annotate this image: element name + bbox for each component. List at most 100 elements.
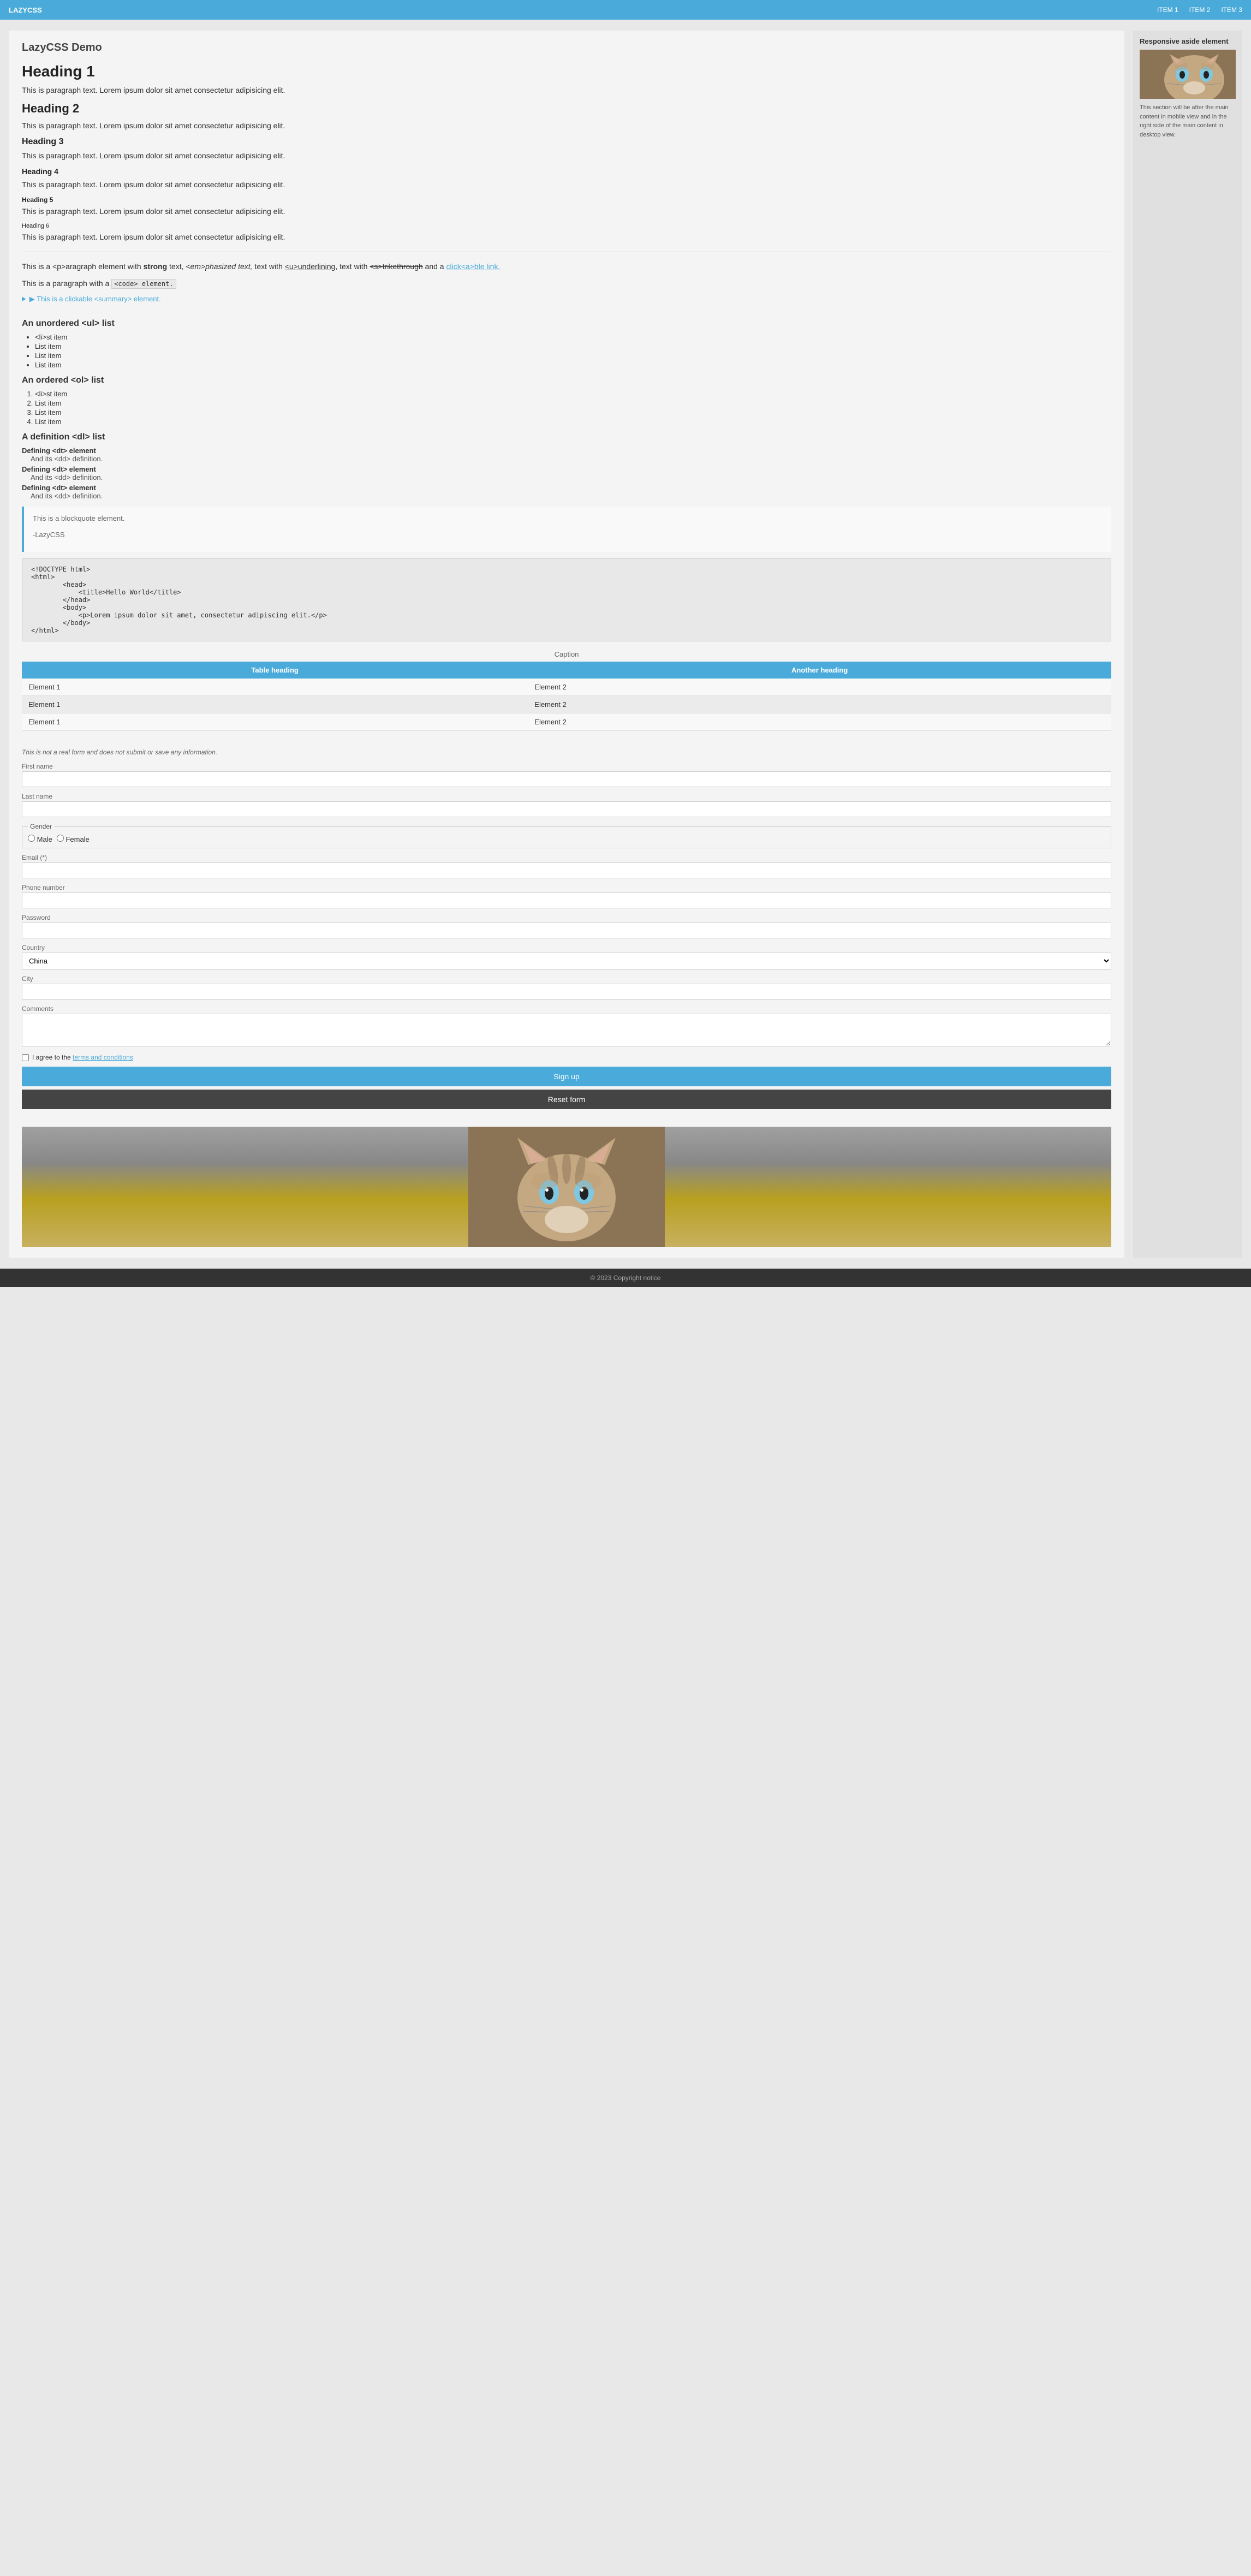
dt-2: Defining <dt> element bbox=[22, 465, 1111, 473]
gender-legend: Gender bbox=[28, 823, 54, 830]
nav-item-3[interactable]: ITEM 3 bbox=[1221, 6, 1242, 14]
table-cell: Element 1 bbox=[22, 679, 528, 696]
blockquote: This is a blockquote element. -LazyCSS bbox=[22, 507, 1111, 552]
kitten-image-main bbox=[22, 1127, 1111, 1247]
password-input[interactable] bbox=[22, 923, 1111, 938]
nav-item-1[interactable]: ITEM 1 bbox=[1157, 6, 1178, 14]
first-name-group: First name bbox=[22, 763, 1111, 787]
city-input[interactable] bbox=[22, 984, 1111, 1000]
gender-female-radio[interactable] bbox=[57, 835, 64, 842]
city-group: City bbox=[22, 975, 1111, 1000]
paragraph-after-h3: This is paragraph text. Lorem ipsum dolo… bbox=[22, 150, 1111, 162]
comments-group: Comments bbox=[22, 1005, 1111, 1048]
table-header-1: Table heading bbox=[22, 662, 528, 679]
code-block: <!DOCTYPE html> <html> <head> <title>Hel… bbox=[22, 558, 1111, 641]
paragraph-after-h6: This is paragraph text. Lorem ipsum dolo… bbox=[22, 231, 1111, 243]
navbar: LAZYCSS ITEM 1 ITEM 2 ITEM 3 bbox=[0, 0, 1251, 20]
dl-heading: A definition <dl> list bbox=[22, 432, 1111, 442]
dd-1: And its <dd> definition. bbox=[31, 455, 1111, 463]
country-group: Country China USA UK France Germany bbox=[22, 944, 1111, 969]
last-name-group: Last name bbox=[22, 793, 1111, 817]
table-row: Element 1 Element 2 bbox=[22, 713, 1111, 731]
heading-3: Heading 3 bbox=[22, 137, 1111, 147]
email-input[interactable] bbox=[22, 862, 1111, 878]
list-item: List item bbox=[35, 352, 1111, 360]
blockquote-cite: -LazyCSS bbox=[33, 530, 1103, 540]
list-item: List item bbox=[35, 408, 1111, 417]
cat-illustration-aside bbox=[1140, 50, 1236, 99]
heading-5: Heading 5 bbox=[22, 196, 1111, 204]
table-cell: Element 2 bbox=[528, 713, 1111, 731]
brand-logo: LAZYCSS bbox=[9, 6, 42, 14]
list-item: List item bbox=[35, 361, 1111, 369]
paragraph-after-h5: This is paragraph text. Lorem ipsum dolo… bbox=[22, 206, 1111, 217]
ordered-list: <li>st item List item List item List ite… bbox=[35, 390, 1111, 426]
data-table: Table heading Another heading Element 1 … bbox=[22, 662, 1111, 731]
country-select[interactable]: China USA UK France Germany bbox=[22, 953, 1111, 969]
table-cell: Element 2 bbox=[528, 679, 1111, 696]
paragraph-after-h1: This is paragraph text. Lorem ipsum dolo… bbox=[22, 85, 1111, 96]
table-wrapper: Caption Table heading Another heading El… bbox=[22, 650, 1111, 731]
terms-checkbox[interactable] bbox=[22, 1054, 29, 1061]
table-row: Element 1 Element 2 bbox=[22, 679, 1111, 696]
aside-panel: Responsive aside element Thi bbox=[1133, 31, 1242, 1258]
table-cell: Element 2 bbox=[528, 696, 1111, 713]
summary-element[interactable]: This is a clickable <summary> element. bbox=[22, 295, 1111, 304]
gender-radio-group: Male Female bbox=[28, 835, 1105, 843]
cat-illustration-main bbox=[468, 1127, 665, 1247]
gender-male-label: Male bbox=[28, 835, 52, 843]
dd-2: And its <dd> definition. bbox=[31, 473, 1111, 481]
heading-2: Heading 2 bbox=[22, 102, 1111, 116]
heading-6: Heading 6 bbox=[22, 223, 1111, 229]
aside-description: This section will be after the main cont… bbox=[1140, 103, 1236, 139]
list-item: List item bbox=[35, 342, 1111, 350]
ol-heading: An ordered <ol> list bbox=[22, 376, 1111, 385]
phone-input[interactable] bbox=[22, 893, 1111, 908]
reset-button[interactable]: Reset form bbox=[22, 1090, 1111, 1109]
gender-fieldset: Gender Male Female bbox=[22, 823, 1111, 848]
page-title: LazyCSS Demo bbox=[22, 41, 1111, 54]
aside-cat-image bbox=[1140, 50, 1236, 99]
first-name-label: First name bbox=[22, 763, 1111, 770]
clickable-link[interactable]: click<a>ble link. bbox=[446, 262, 501, 271]
table-cell: Element 1 bbox=[22, 713, 528, 731]
rich-paragraph: This is a <p>aragraph element with stron… bbox=[22, 261, 1111, 272]
email-group: Email (*) bbox=[22, 854, 1111, 878]
table-row: Element 1 Element 2 bbox=[22, 696, 1111, 713]
last-name-input[interactable] bbox=[22, 801, 1111, 817]
footer-text: © 2023 Copyright notice bbox=[591, 1274, 661, 1282]
list-item: List item bbox=[35, 399, 1111, 407]
dt-1: Defining <dt> element bbox=[22, 447, 1111, 455]
aside-title: Responsive aside element bbox=[1140, 37, 1236, 45]
dd-3: And its <dd> definition. bbox=[31, 492, 1111, 500]
summary-details[interactable]: This is a clickable <summary> element. bbox=[22, 295, 1111, 304]
form-note: This is not a real form and does not sub… bbox=[22, 748, 1111, 756]
comments-label: Comments bbox=[22, 1005, 1111, 1013]
blockquote-text: This is a blockquote element. bbox=[33, 513, 1103, 524]
footer: © 2023 Copyright notice bbox=[0, 1269, 1251, 1287]
first-name-input[interactable] bbox=[22, 771, 1111, 787]
nav-item-2[interactable]: ITEM 2 bbox=[1189, 6, 1211, 14]
page-wrapper: LazyCSS Demo Heading 1 This is paragraph… bbox=[0, 20, 1251, 1269]
list-item: <li>st item bbox=[35, 333, 1111, 341]
terms-checkbox-row: I agree to the terms and conditions bbox=[22, 1054, 1111, 1061]
terms-link[interactable]: terms and conditions bbox=[73, 1054, 133, 1061]
phone-label: Phone number bbox=[22, 884, 1111, 891]
country-label: Country bbox=[22, 944, 1111, 951]
dt-3: Defining <dt> element bbox=[22, 484, 1111, 492]
heading-4: Heading 4 bbox=[22, 167, 1111, 176]
table-header-2: Another heading bbox=[528, 662, 1111, 679]
list-item: List item bbox=[35, 418, 1111, 426]
paragraph-after-h2: This is paragraph text. Lorem ipsum dolo… bbox=[22, 120, 1111, 132]
gender-female-label: Female bbox=[57, 835, 90, 843]
signup-button[interactable]: Sign up bbox=[22, 1067, 1111, 1086]
table-caption: Caption bbox=[22, 650, 1111, 658]
code-paragraph: This is a paragraph with a <code> elemen… bbox=[22, 278, 1111, 289]
table-header-row: Table heading Another heading bbox=[22, 662, 1111, 679]
unordered-list: <li>st item List item List item List ite… bbox=[35, 333, 1111, 369]
email-label: Email (*) bbox=[22, 854, 1111, 861]
phone-group: Phone number bbox=[22, 884, 1111, 908]
comments-textarea[interactable] bbox=[22, 1014, 1111, 1046]
gender-male-radio[interactable] bbox=[28, 835, 35, 842]
ul-heading: An unordered <ul> list bbox=[22, 319, 1111, 329]
